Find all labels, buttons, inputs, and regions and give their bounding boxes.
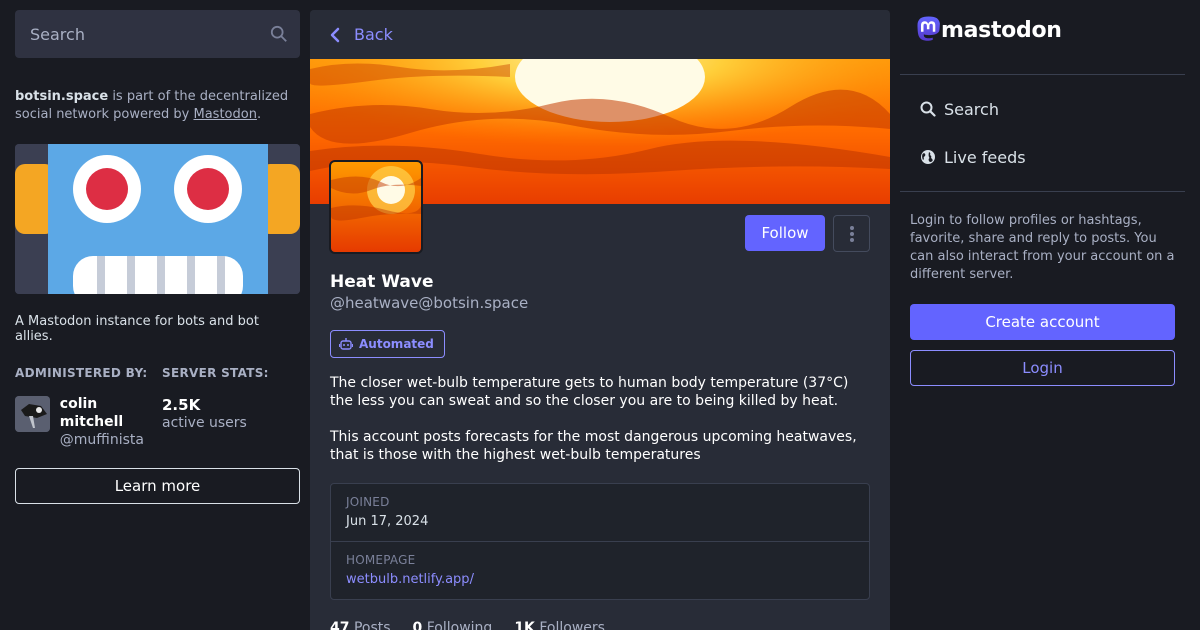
nav-item-live-feeds[interactable]: Live feeds	[900, 133, 1185, 181]
nav-item-search[interactable]: Search	[900, 85, 1185, 133]
active-users-label: active users	[162, 415, 247, 431]
globe-icon	[921, 150, 935, 164]
field-value: Jun 17, 2024	[346, 514, 429, 529]
mastodon-link[interactable]: Mastodon	[193, 107, 256, 122]
profile-avatar[interactable]	[329, 160, 423, 254]
nav-menu: Search Live feeds	[900, 75, 1185, 191]
learn-more-button[interactable]: Learn more	[15, 468, 300, 504]
admin-name: colin mitchell	[59, 396, 124, 430]
admin-handle: @muffinista	[59, 432, 144, 448]
administered-by-label: ADMINISTERED BY:	[15, 366, 148, 380]
signup-prompt: Login to follow profiles or hashtags, fa…	[910, 213, 1175, 282]
search-placeholder: Search	[30, 24, 85, 44]
navigation-panel: mastodon Search Live feeds Login to foll…	[900, 10, 1185, 386]
server-hero-image	[15, 144, 300, 294]
profile-display-name: Heat Wave	[330, 272, 434, 292]
follow-button[interactable]: Follow	[745, 215, 825, 251]
create-account-button[interactable]: Create account	[910, 304, 1175, 340]
search-icon	[920, 101, 936, 117]
kebab-menu-icon	[849, 225, 854, 242]
mastodon-logo-icon	[917, 16, 940, 41]
nav-item-label: Search	[944, 99, 999, 119]
back-button[interactable]: Back	[310, 10, 890, 59]
active-users-count: 2.5K	[162, 396, 201, 414]
mastodon-logo[interactable]: mastodon	[900, 10, 1185, 50]
server-about: botsin.space is part of the decentralize…	[15, 88, 300, 124]
field-key: HOMEPAGE	[346, 553, 416, 567]
profile-fields: JOINED Jun 17, 2024 HOMEPAGE wetbulb.net…	[330, 483, 870, 600]
admin-avatar	[15, 396, 50, 432]
server-stats-label: SERVER STATS:	[162, 366, 269, 380]
server-info: ADMINISTERED BY: colin mitchell @muffini…	[15, 366, 300, 449]
server-sidebar: Search botsin.space is part of the decen…	[15, 10, 300, 504]
login-button[interactable]: Login	[910, 350, 1175, 386]
robot-icon	[339, 338, 353, 350]
profile-field-joined: JOINED Jun 17, 2024	[331, 484, 869, 541]
profile-column: Back Follow Heat Wave @heatwave@botsin.s…	[310, 10, 890, 630]
admin-account[interactable]: colin mitchell @muffinista	[15, 396, 162, 449]
more-options-button[interactable]	[833, 215, 870, 252]
server-domain: botsin.space	[15, 89, 109, 104]
automated-badge: Automated	[330, 330, 445, 358]
server-short-description: A Mastodon instance for bots and bot all…	[15, 314, 259, 344]
profile-field-homepage: HOMEPAGE wetbulb.netlify.app/	[331, 541, 869, 599]
automated-badge-label: Automated	[359, 337, 434, 351]
stats-section: SERVER STATS: 2.5K active users	[162, 366, 269, 449]
admin-section: ADMINISTERED BY: colin mitchell @muffini…	[15, 366, 162, 449]
field-key: JOINED	[346, 495, 390, 509]
profile-bio: The closer wet-bulb temperature gets to …	[330, 374, 870, 464]
profile-counts: 47 Posts 0 Following 1K Followers	[330, 620, 605, 630]
homepage-link[interactable]: wetbulb.netlify.app/	[346, 571, 854, 589]
profile-account-handle: @heatwave@botsin.space	[330, 294, 529, 312]
following-count[interactable]: 0 Following	[413, 620, 493, 630]
robot-mascot-image	[15, 144, 300, 294]
nav-item-label: Live feeds	[944, 147, 1026, 167]
back-label: Back	[354, 25, 393, 44]
search-input[interactable]: Search	[15, 10, 300, 58]
search-icon	[270, 25, 287, 42]
bio-paragraph: This account posts forecasts for the mos…	[330, 429, 857, 463]
about-end: .	[256, 107, 262, 122]
chevron-left-icon	[330, 27, 340, 42]
posts-count[interactable]: 47 Posts	[330, 620, 391, 630]
logo-wordmark: mastodon	[941, 17, 1062, 43]
bio-paragraph: The closer wet-bulb temperature gets to …	[330, 375, 849, 409]
followers-count[interactable]: 1K Followers	[514, 620, 605, 630]
